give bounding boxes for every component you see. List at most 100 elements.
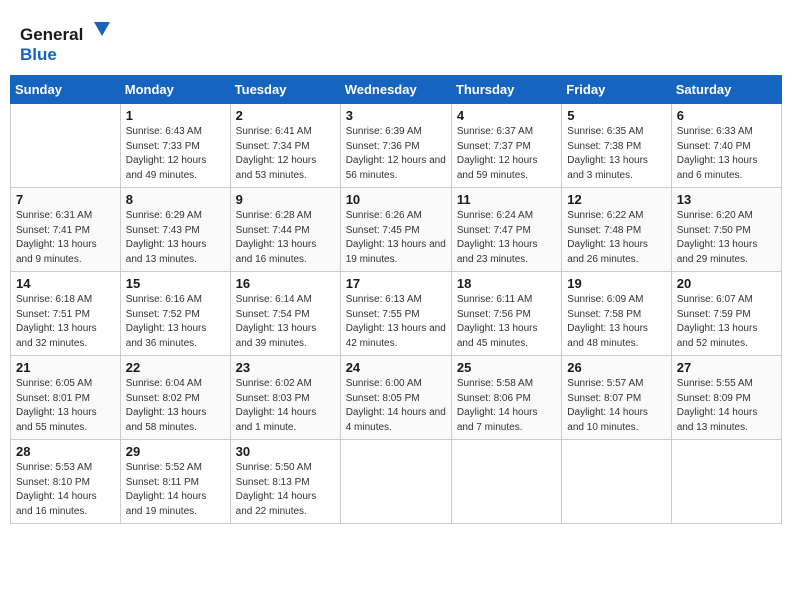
day-info: Sunrise: 6:04 AMSunset: 8:02 PMDaylight:… <box>126 377 225 435</box>
day-info: Sunrise: 6:18 AMSunset: 7:51 PMDaylight:… <box>16 293 115 351</box>
weekday-sunday: Sunday <box>11 76 121 104</box>
calendar-cell: 20 Sunrise: 6:07 AMSunset: 7:59 PMDayligh… <box>671 272 781 356</box>
week-row-3: 14 Sunrise: 6:18 AMSunset: 7:51 PMDayligh… <box>11 272 782 356</box>
weekday-saturday: Saturday <box>671 76 781 104</box>
day-info: Sunrise: 6:31 AMSunset: 7:41 PMDaylight:… <box>16 209 115 267</box>
calendar-cell: 27Sunrise: 5:55 AMSunset: 8:09 PMDayligh… <box>671 356 781 440</box>
svg-text:General: General <box>20 25 83 44</box>
day-info: Sunrise: 5:50 AMSunset: 8:13 PMDaylight:… <box>236 461 335 519</box>
day-number: 17 <box>346 276 446 291</box>
calendar-cell: 30 Sunrise: 5:50 AMSunset: 8:13 PMDayligh… <box>230 440 340 524</box>
day-info: Sunrise: 6:37 AMSunset: 7:37 PMDaylight:… <box>457 125 556 183</box>
day-info: Sunrise: 6:14 AMSunset: 7:54 PMDaylight:… <box>236 293 335 351</box>
calendar-cell: 7 Sunrise: 6:31 AMSunset: 7:41 PMDaylight… <box>11 188 121 272</box>
calendar-cell: 2Sunrise: 6:41 AMSunset: 7:34 PMDaylight… <box>230 104 340 188</box>
day-info: Sunrise: 6:09 AMSunset: 7:58 PMDaylight:… <box>567 293 665 351</box>
day-number: 9 <box>236 192 335 207</box>
day-number: 20 <box>677 276 776 291</box>
day-number: 10 <box>346 192 446 207</box>
day-number: 23 <box>236 360 335 375</box>
week-row-5: 28 Sunrise: 5:53 AMSunset: 8:10 PMDayligh… <box>11 440 782 524</box>
calendar-cell <box>11 104 121 188</box>
day-number: 14 <box>16 276 115 291</box>
day-number: 11 <box>457 192 556 207</box>
day-info: Sunrise: 6:24 AMSunset: 7:47 PMDaylight:… <box>457 209 556 267</box>
calendar-cell: 24 Sunrise: 6:00 AMSunset: 8:05 PMDayligh… <box>340 356 451 440</box>
calendar-cell: 13 Sunrise: 6:20 AMSunset: 7:50 PMDayligh… <box>671 188 781 272</box>
week-row-4: 21 Sunrise: 6:05 AMSunset: 8:01 PMDayligh… <box>11 356 782 440</box>
day-number: 26 <box>567 360 665 375</box>
day-number: 3 <box>346 108 446 123</box>
calendar-cell: 14 Sunrise: 6:18 AMSunset: 7:51 PMDayligh… <box>11 272 121 356</box>
calendar-cell: 28 Sunrise: 5:53 AMSunset: 8:10 PMDayligh… <box>11 440 121 524</box>
calendar-cell: 6Sunrise: 6:33 AMSunset: 7:40 PMDaylight… <box>671 104 781 188</box>
day-number: 1 <box>126 108 225 123</box>
day-info: Sunrise: 6:00 AMSunset: 8:05 PMDaylight:… <box>346 377 446 435</box>
day-number: 24 <box>346 360 446 375</box>
day-info: Sunrise: 6:16 AMSunset: 7:52 PMDaylight:… <box>126 293 225 351</box>
day-number: 8 <box>126 192 225 207</box>
calendar-cell: 26 Sunrise: 5:57 AMSunset: 8:07 PMDayligh… <box>562 356 671 440</box>
calendar-cell: 18 Sunrise: 6:11 AMSunset: 7:56 PMDayligh… <box>451 272 561 356</box>
day-number: 4 <box>457 108 556 123</box>
day-info: Sunrise: 6:26 AMSunset: 7:45 PMDaylight:… <box>346 209 446 267</box>
calendar-cell: 15 Sunrise: 6:16 AMSunset: 7:52 PMDayligh… <box>120 272 230 356</box>
calendar-cell: 3 Sunrise: 6:39 AMSunset: 7:36 PMDaylight… <box>340 104 451 188</box>
day-number: 16 <box>236 276 335 291</box>
day-number: 22 <box>126 360 225 375</box>
day-number: 19 <box>567 276 665 291</box>
day-number: 29 <box>126 444 225 459</box>
day-info: Sunrise: 5:52 AMSunset: 8:11 PMDaylight:… <box>126 461 225 519</box>
week-row-1: 1 Sunrise: 6:43 AMSunset: 7:33 PMDaylight… <box>11 104 782 188</box>
day-number: 13 <box>677 192 776 207</box>
day-number: 15 <box>126 276 225 291</box>
calendar-cell: 16 Sunrise: 6:14 AMSunset: 7:54 PMDayligh… <box>230 272 340 356</box>
day-number: 2 <box>236 108 335 123</box>
day-number: 5 <box>567 108 665 123</box>
calendar-cell: 22 Sunrise: 6:04 AMSunset: 8:02 PMDayligh… <box>120 356 230 440</box>
svg-text:Blue: Blue <box>20 45 57 64</box>
calendar-cell: 21 Sunrise: 6:05 AMSunset: 8:01 PMDayligh… <box>11 356 121 440</box>
day-info: Sunrise: 6:13 AMSunset: 7:55 PMDaylight:… <box>346 293 446 351</box>
day-info: Sunrise: 6:20 AMSunset: 7:50 PMDaylight:… <box>677 209 776 267</box>
calendar-cell: 29 Sunrise: 5:52 AMSunset: 8:11 PMDayligh… <box>120 440 230 524</box>
calendar-cell <box>671 440 781 524</box>
day-info: Sunrise: 6:05 AMSunset: 8:01 PMDaylight:… <box>16 377 115 435</box>
day-number: 28 <box>16 444 115 459</box>
day-info: Sunrise: 5:55 AMSunset: 8:09 PMDaylight:… <box>677 377 776 435</box>
calendar-cell: 17 Sunrise: 6:13 AMSunset: 7:55 PMDayligh… <box>340 272 451 356</box>
day-number: 25 <box>457 360 556 375</box>
day-info: Sunrise: 6:33 AMSunset: 7:40 PMDaylight:… <box>677 125 776 183</box>
weekday-friday: Friday <box>562 76 671 104</box>
day-info: Sunrise: 6:02 AMSunset: 8:03 PMDaylight:… <box>236 377 335 435</box>
day-info: Sunrise: 6:22 AMSunset: 7:48 PMDaylight:… <box>567 209 665 267</box>
day-info: Sunrise: 5:57 AMSunset: 8:07 PMDaylight:… <box>567 377 665 435</box>
logo: General Blue <box>20 20 110 65</box>
day-number: 18 <box>457 276 556 291</box>
day-info: Sunrise: 6:07 AMSunset: 7:59 PMDaylight:… <box>677 293 776 351</box>
logo-svg: General Blue <box>20 20 110 65</box>
day-number: 21 <box>16 360 115 375</box>
day-info: Sunrise: 6:39 AMSunset: 7:36 PMDaylight:… <box>346 125 446 183</box>
day-number: 12 <box>567 192 665 207</box>
calendar-cell: 5 Sunrise: 6:35 AMSunset: 7:38 PMDaylight… <box>562 104 671 188</box>
weekday-wednesday: Wednesday <box>340 76 451 104</box>
week-row-2: 7 Sunrise: 6:31 AMSunset: 7:41 PMDaylight… <box>11 188 782 272</box>
day-number: 7 <box>16 192 115 207</box>
calendar-table: SundayMondayTuesdayWednesdayThursdayFrid… <box>10 75 782 524</box>
calendar-cell: 11 Sunrise: 6:24 AMSunset: 7:47 PMDayligh… <box>451 188 561 272</box>
day-info: Sunrise: 6:43 AMSunset: 7:33 PMDaylight:… <box>126 125 225 183</box>
day-info: Sunrise: 5:53 AMSunset: 8:10 PMDaylight:… <box>16 461 115 519</box>
day-info: Sunrise: 6:28 AMSunset: 7:44 PMDaylight:… <box>236 209 335 267</box>
calendar-cell: 1 Sunrise: 6:43 AMSunset: 7:33 PMDaylight… <box>120 104 230 188</box>
day-number: 30 <box>236 444 335 459</box>
day-info: Sunrise: 6:35 AMSunset: 7:38 PMDaylight:… <box>567 125 665 183</box>
calendar-cell: 4 Sunrise: 6:37 AMSunset: 7:37 PMDaylight… <box>451 104 561 188</box>
calendar-cell: 25Sunrise: 5:58 AMSunset: 8:06 PMDayligh… <box>451 356 561 440</box>
day-info: Sunrise: 6:11 AMSunset: 7:56 PMDaylight:… <box>457 293 556 351</box>
weekday-thursday: Thursday <box>451 76 561 104</box>
calendar-cell: 23 Sunrise: 6:02 AMSunset: 8:03 PMDayligh… <box>230 356 340 440</box>
calendar-cell: 19 Sunrise: 6:09 AMSunset: 7:58 PMDayligh… <box>562 272 671 356</box>
calendar-cell: 9 Sunrise: 6:28 AMSunset: 7:44 PMDaylight… <box>230 188 340 272</box>
calendar-cell: 8Sunrise: 6:29 AMSunset: 7:43 PMDaylight… <box>120 188 230 272</box>
